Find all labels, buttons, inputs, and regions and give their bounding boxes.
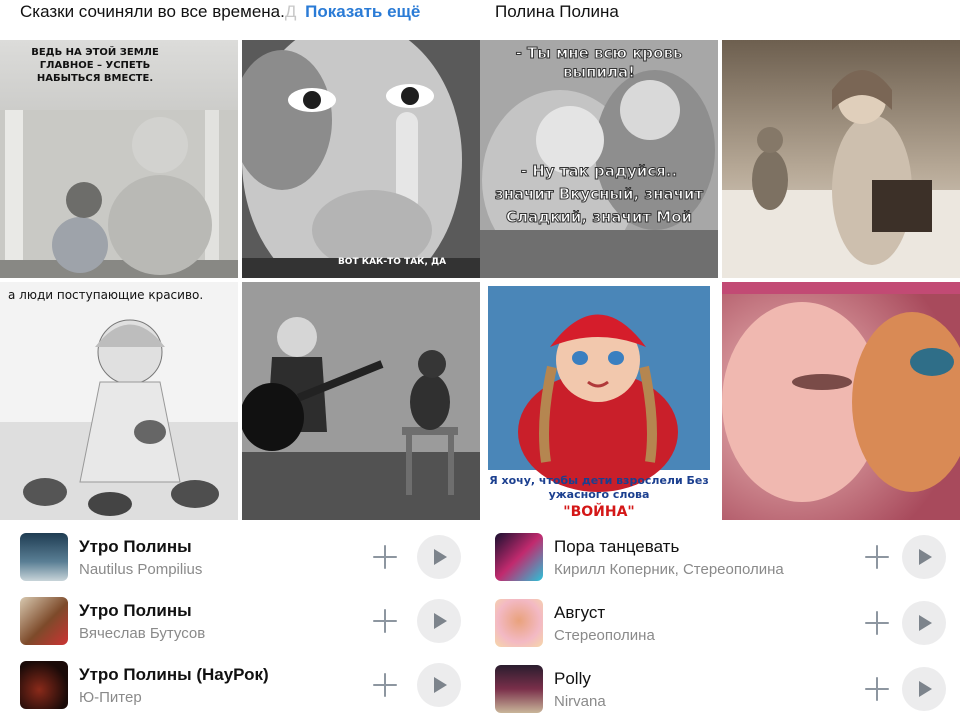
plus-icon[interactable] (864, 610, 890, 636)
play-icon[interactable] (902, 601, 946, 645)
plus-icon[interactable] (372, 608, 398, 634)
album-cover (20, 597, 68, 645)
photo-girl-finger[interactable]: ВОТ КАК-ТО ТАК, ДА (242, 40, 480, 278)
track-row[interactable]: Пора танцевать Кирилл Коперник, Стереопо… (480, 525, 960, 589)
track-row[interactable]: Утро Полины (НауРок) Ю-Питер (0, 653, 480, 717)
photo-grandma-child[interactable]: ВЕДЬ НА ЭТОЙ ЗЕМЛЕ ГЛАВНОЕ – УСПЕТЬ НАБЫ… (0, 40, 238, 278)
play-icon[interactable] (902, 667, 946, 711)
post-text-fade: Д (284, 2, 297, 21)
track-title: Polly (554, 669, 591, 688)
photo-child-kitten[interactable] (722, 282, 960, 520)
photo-kids-kiss[interactable]: - Ты мне всю кровь выпила! - Ну так раду… (480, 40, 718, 278)
left-post: Сказки сочиняли во все времена.Д Показат… (0, 0, 480, 720)
track-row[interactable]: Утро Полины Вячеслав Бутусов (0, 589, 480, 653)
photo-grid: - Ты мне всю кровь выпила! - Ну так раду… (480, 40, 960, 520)
album-cover (495, 665, 543, 713)
author-name[interactable]: Полина Полина (495, 0, 619, 24)
track-title: Утро Полины (79, 537, 192, 556)
photo-caption: Я хочу, чтобы дети взрослели Без ужасног… (489, 474, 709, 501)
track-title: Утро Полины (79, 601, 192, 620)
photo-caption: а люди поступающие красиво. (8, 288, 204, 302)
photo-child-snow-cat[interactable] (722, 40, 960, 278)
track-artist[interactable]: Ю-Питер (79, 689, 142, 706)
play-icon[interactable] (417, 599, 461, 643)
photo-caption-red: "ВОЙНА" (563, 504, 635, 520)
photo-girl-red-hat[interactable]: Я хочу, чтобы дети взрослели Без ужасног… (480, 282, 718, 520)
right-post: Полина Полина - Ты мне всю кровь выпила!… (480, 0, 960, 720)
photo-girl-kittens[interactable]: а люди поступающие красиво. (0, 282, 238, 520)
track-artist[interactable]: Вячеслав Бутусов (79, 625, 205, 642)
photo-caption-bottom: - Ну так радуйся.. значит Вкусный, значи… (494, 162, 704, 227)
plus-icon[interactable] (372, 672, 398, 698)
track-row[interactable]: Август Стереополина (480, 591, 960, 655)
plus-icon[interactable] (864, 544, 890, 570)
photo-caption-top: - Ты мне всю кровь выпила! (515, 44, 683, 82)
track-title: Пора танцевать (554, 537, 680, 556)
photo-caption: ВЕДЬ НА ЭТОЙ ЗЕМЛЕ ГЛАВНОЕ – УСПЕТЬ НАБЫ… (31, 47, 159, 84)
track-title: Август (554, 603, 606, 622)
plus-icon[interactable] (372, 544, 398, 570)
post-text: Сказки сочиняли во все времена.Д Показат… (20, 0, 420, 24)
album-cover (495, 599, 543, 647)
track-artist[interactable]: Nirvana (554, 693, 606, 710)
photo-boy-guitar-cat[interactable] (242, 282, 480, 520)
track-row[interactable]: Polly Nirvana (480, 657, 960, 720)
album-cover (495, 533, 543, 581)
album-cover (20, 533, 68, 581)
track-title: Утро Полины (НауРок) (79, 665, 269, 684)
show-more-link[interactable]: Показать ещё (305, 2, 420, 21)
track-row[interactable]: Утро Полины Nautilus Pompilius (0, 525, 480, 589)
photo-caption: ВОТ КАК-ТО ТАК, ДА (337, 257, 447, 267)
track-artist[interactable]: Кирилл Коперник, Стереополина (554, 561, 784, 578)
plus-icon[interactable] (864, 676, 890, 702)
post-text-main: Сказки сочиняли во все времена. (20, 2, 285, 21)
track-artist[interactable]: Nautilus Pompilius (79, 561, 202, 578)
play-icon[interactable] (417, 535, 461, 579)
track-artist[interactable]: Стереополина (554, 627, 655, 644)
album-cover (20, 661, 68, 709)
photo-grid: ВЕДЬ НА ЭТОЙ ЗЕМЛЕ ГЛАВНОЕ – УСПЕТЬ НАБЫ… (0, 40, 480, 520)
play-icon[interactable] (902, 535, 946, 579)
play-icon[interactable] (417, 663, 461, 707)
